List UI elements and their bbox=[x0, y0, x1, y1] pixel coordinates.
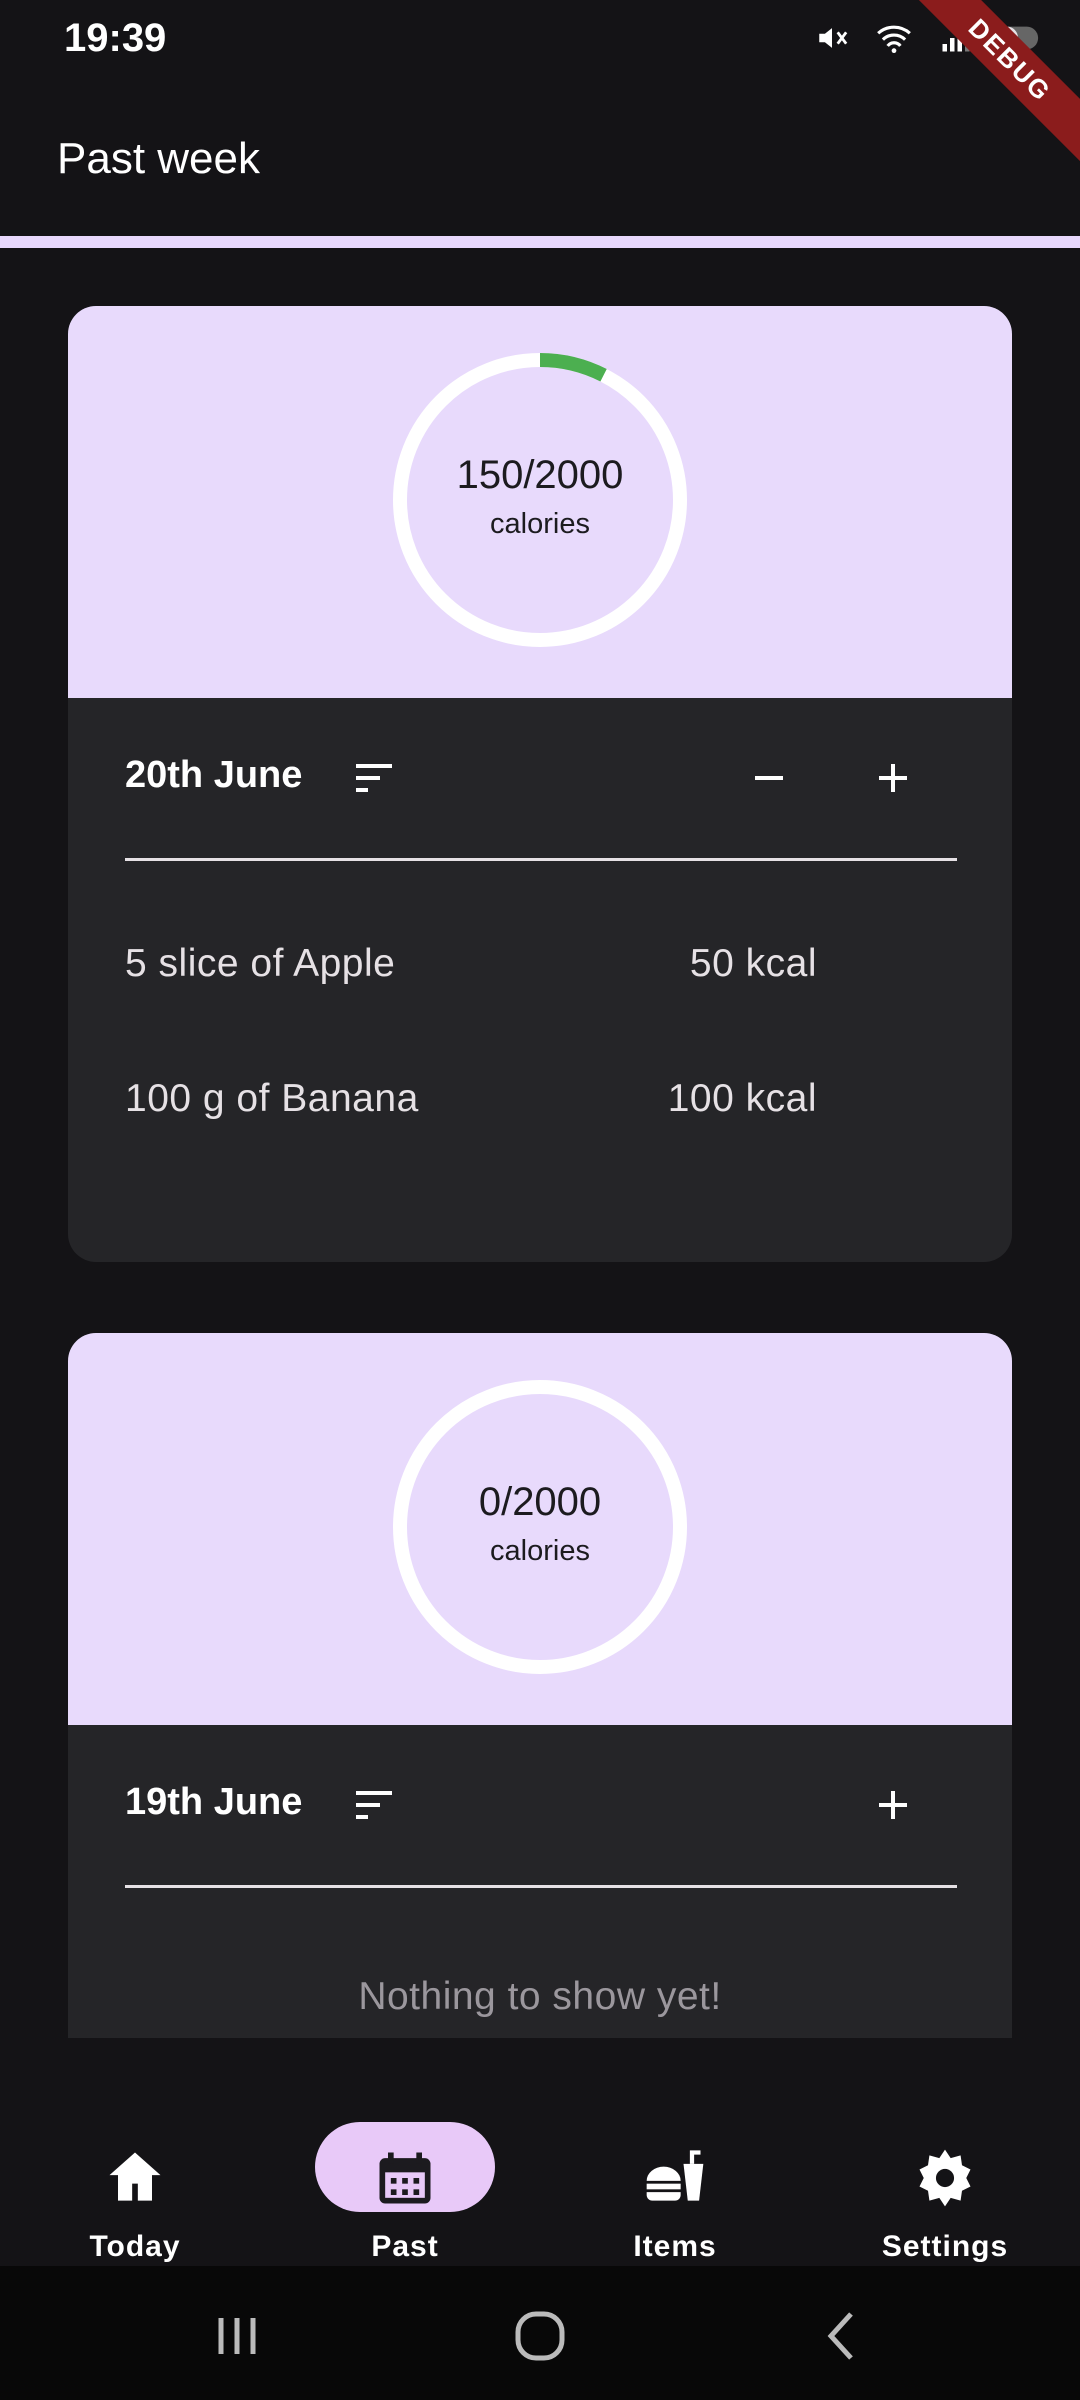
food-icon bbox=[641, 2144, 709, 2212]
nav-label: Settings bbox=[881, 2230, 1009, 2263]
mute-icon bbox=[810, 16, 854, 60]
recent-apps-icon[interactable] bbox=[207, 2306, 267, 2366]
wifi-icon bbox=[872, 16, 916, 60]
calorie-count: 150/2000 bbox=[456, 453, 624, 497]
home-button-icon[interactable] bbox=[510, 2306, 570, 2366]
empty-state-message: Nothing to show yet! bbox=[358, 1975, 722, 2018]
page-title: Past week bbox=[57, 134, 260, 183]
calorie-summary: 150/2000 calories bbox=[68, 306, 1012, 698]
add-entry-button[interactable] bbox=[869, 754, 917, 802]
status-bar: 19:39 DEBUG bbox=[0, 0, 1080, 175]
home-icon bbox=[101, 2144, 169, 2212]
entry-kcal: 100 kcal bbox=[667, 1077, 817, 1120]
entry-name: 5 slice of Apple bbox=[125, 942, 396, 985]
day-header: 19th June bbox=[68, 1725, 1012, 1888]
progress-strip bbox=[0, 236, 1080, 248]
calorie-unit: calories bbox=[490, 508, 590, 540]
list-item[interactable]: 100 g of Banana 100 kcal bbox=[125, 1077, 957, 1137]
sort-icon[interactable] bbox=[350, 754, 398, 802]
day-header: 20th June bbox=[68, 698, 1012, 861]
system-navigation-bar bbox=[0, 2266, 1080, 2400]
nav-label: Past bbox=[371, 2230, 439, 2263]
sort-icon[interactable] bbox=[350, 1781, 398, 1829]
calorie-unit: calories bbox=[490, 1535, 590, 1567]
status-time: 19:39 bbox=[64, 16, 167, 60]
back-icon[interactable] bbox=[813, 2306, 873, 2366]
divider bbox=[125, 858, 957, 861]
nav-item-settings[interactable]: Settings bbox=[810, 2078, 1080, 2263]
remove-entry-button[interactable] bbox=[745, 754, 793, 802]
list-item[interactable]: 5 slice of Apple 50 kcal bbox=[125, 942, 957, 1002]
day-card: 0/2000 calories 19th June Nothing to sho… bbox=[68, 1333, 1012, 2038]
divider bbox=[125, 1885, 957, 1888]
calorie-summary: 0/2000 calories bbox=[68, 1333, 1012, 1725]
calorie-count: 0/2000 bbox=[478, 1480, 602, 1524]
bottom-navigation: Today Past Items Settings bbox=[0, 2038, 1080, 2266]
day-card: 150/2000 calories 20th June 5 slice of A… bbox=[68, 306, 1012, 1262]
nav-item-past[interactable]: Past bbox=[270, 2078, 540, 2263]
day-date: 20th June bbox=[125, 754, 303, 796]
gear-icon bbox=[911, 2144, 979, 2212]
calendar-icon bbox=[371, 2144, 439, 2212]
day-date: 19th June bbox=[125, 1781, 303, 1823]
nav-label: Today bbox=[89, 2230, 181, 2263]
entry-kcal: 50 kcal bbox=[689, 942, 817, 985]
add-entry-button[interactable] bbox=[869, 1781, 917, 1829]
nav-label: Items bbox=[633, 2230, 717, 2263]
nav-item-items[interactable]: Items bbox=[540, 2078, 810, 2263]
entry-name: 100 g of Banana bbox=[125, 1077, 419, 1120]
nav-item-today[interactable]: Today bbox=[0, 2078, 270, 2263]
